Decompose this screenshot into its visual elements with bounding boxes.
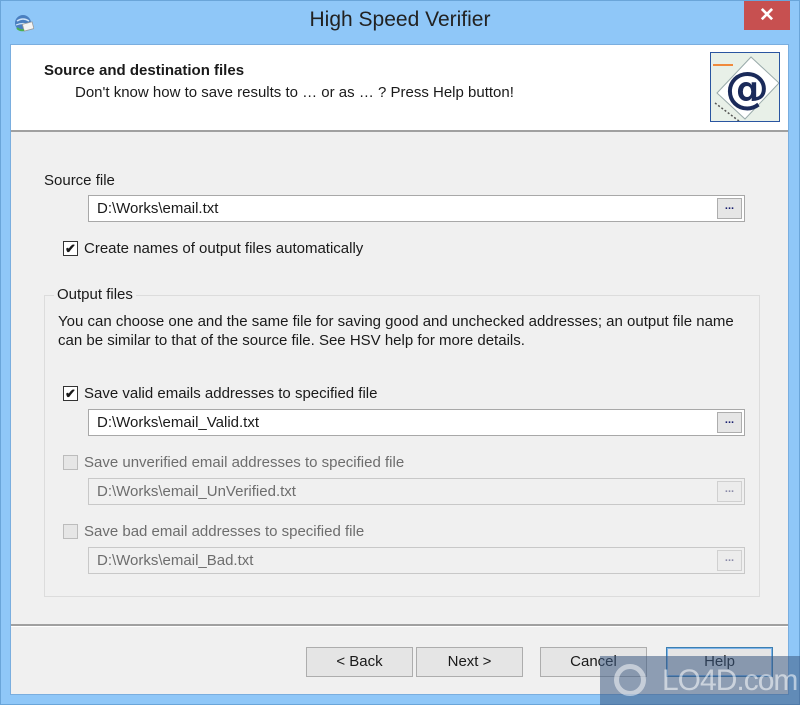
svg-text:@: @ [725,63,769,114]
auto-names-label[interactable]: Create names of output files automatical… [84,240,363,257]
source-file-label: Source file [44,172,115,189]
back-button[interactable]: < Back [306,647,413,677]
unverified-file-value: D:\Works\email_UnVerified.txt [97,483,296,500]
page-subtitle: Don't know how to save results to … or a… [75,84,514,101]
unverified-file-input[interactable]: D:\Works\email_UnVerified.txt ... [88,478,745,505]
footer-separator [11,624,788,627]
unverified-browse-button[interactable]: ... [717,481,742,502]
watermark-logo-icon [614,664,646,696]
source-browse-button[interactable]: ... [717,198,742,219]
save-valid-label[interactable]: Save valid emails addresses to specified… [84,385,377,402]
auto-names-checkbox[interactable]: ✔ [63,241,78,256]
save-bad-label[interactable]: Save bad email addresses to specified fi… [84,523,364,540]
title-bar[interactable]: High Speed Verifier ✕ [0,0,800,44]
watermark-text: LO4D.com [662,664,798,697]
valid-file-input[interactable]: D:\Works\email_Valid.txt ... [88,409,745,436]
output-description: You can choose one and the same file for… [58,313,734,349]
output-files-legend: Output files [54,286,136,303]
window-title: High Speed Verifier [309,8,491,31]
valid-file-value: D:\Works\email_Valid.txt [97,414,259,431]
save-valid-checkbox[interactable]: ✔ [63,386,78,401]
checkmark-icon: ✔ [65,386,76,401]
save-unverified-checkbox[interactable] [63,455,78,470]
bad-browse-button[interactable]: ... [717,550,742,571]
close-button[interactable]: ✕ [744,1,790,30]
bad-file-value: D:\Works\email_Bad.txt [97,552,254,569]
wizard-body: Source and destination files Don't know … [10,44,789,695]
save-bad-checkbox[interactable] [63,524,78,539]
source-file-value: D:\Works\email.txt [97,200,219,217]
page-title: Source and destination files [44,62,245,79]
valid-browse-button[interactable]: ... [717,412,742,433]
checkmark-icon: ✔ [65,241,76,256]
next-button[interactable]: Next > [416,647,523,677]
close-icon: ✕ [759,5,775,26]
wizard-header: Source and destination files Don't know … [11,45,788,132]
email-logo-icon: @ [710,52,780,122]
watermark: LO4D.com [600,656,800,705]
bad-file-input[interactable]: D:\Works\email_Bad.txt ... [88,547,745,574]
save-unverified-label[interactable]: Save unverified email addresses to speci… [84,454,404,471]
source-file-input[interactable]: D:\Works\email.txt ... [88,195,745,222]
